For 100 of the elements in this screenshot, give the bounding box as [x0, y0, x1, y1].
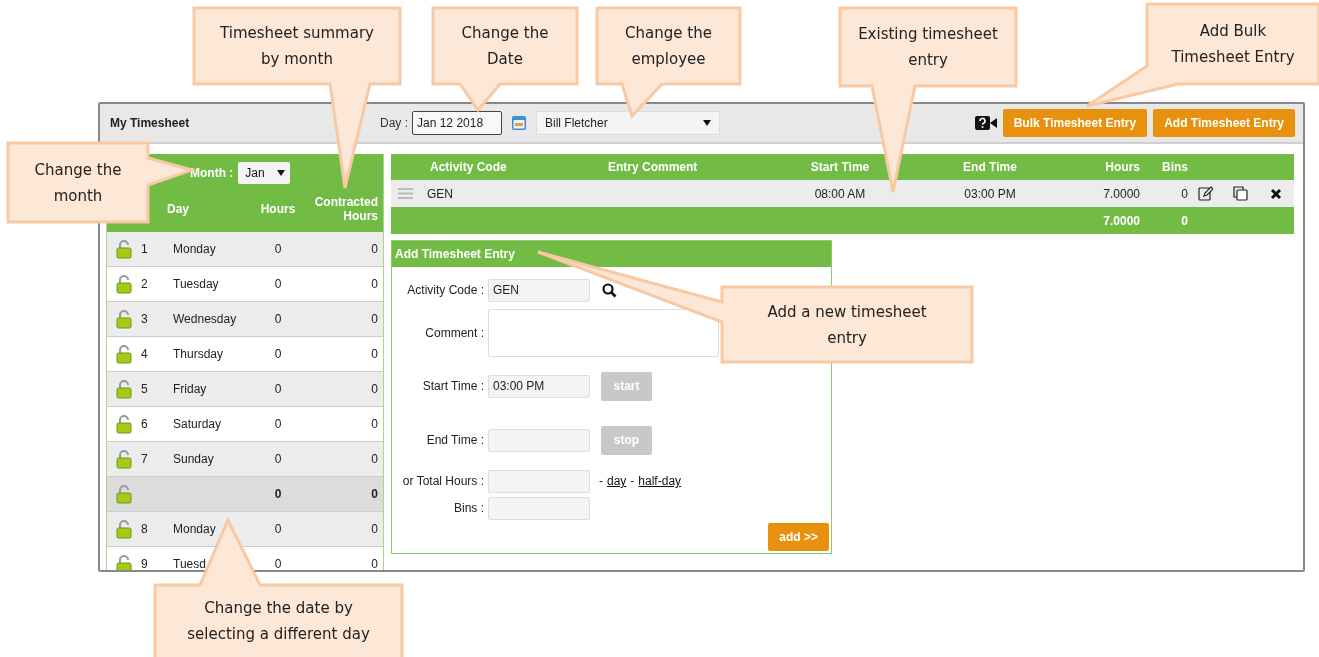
- field-label: Bins :: [453, 501, 484, 515]
- open-padlock-icon[interactable]: [116, 309, 132, 329]
- hours-cell-text: 0: [273, 522, 283, 536]
- open-padlock-icon[interactable]: [116, 554, 132, 570]
- hours-cell-text: 0: [273, 242, 283, 256]
- input-field[interactable]: [488, 496, 590, 520]
- table-cell-text: 08:00 AM: [813, 186, 867, 201]
- day-row[interactable]: 3 Wednesday 0 0: [107, 302, 383, 337]
- hours-cell-text: 0: [273, 417, 283, 431]
- input-field[interactable]: [488, 428, 590, 452]
- day-row[interactable]: 5 Friday 0 0: [107, 372, 383, 407]
- day-number: 4: [141, 347, 149, 361]
- open-padlock-icon[interactable]: [116, 239, 132, 259]
- open-padlock-icon[interactable]: [116, 274, 132, 294]
- contracted-hours-cell-text: 0: [370, 522, 379, 536]
- contracted-hours-cell-text: 0: [370, 417, 379, 431]
- day-number: 3: [141, 312, 149, 326]
- hours-cell-text: 0: [273, 277, 283, 291]
- form-title: Add Timesheet Entry: [392, 241, 831, 267]
- callout-text: Existing timesheet entry: [858, 24, 998, 71]
- column-header: Hours: [1104, 160, 1140, 174]
- day-name: Thursday: [172, 347, 225, 361]
- day-link[interactable]: day: [607, 474, 627, 488]
- contracted-hours-cell-text: 0: [370, 452, 379, 466]
- column-header: Activity Code: [429, 160, 508, 174]
- entry-row[interactable]: GEN 08:00 AM 03:00 PM 7.0000 0: [391, 180, 1294, 207]
- field-label: Start Time :: [421, 379, 484, 393]
- comment-field[interactable]: [488, 309, 719, 357]
- day-number: 8: [141, 522, 149, 536]
- day-name: Wednesday: [172, 312, 238, 326]
- open-padlock-icon[interactable]: [116, 344, 132, 364]
- edit-icon[interactable]: [1198, 186, 1213, 201]
- contracted-hours-cell-text: 0: [370, 487, 379, 501]
- day-number: 9: [141, 557, 149, 570]
- day-name: Monday: [172, 522, 217, 536]
- date-field[interactable]: Jan 12 2018: [412, 111, 502, 135]
- column-header: Start Time: [809, 160, 871, 174]
- total-bins: 0: [1180, 213, 1188, 228]
- total-hours: 7.0000: [1102, 213, 1140, 228]
- input-field[interactable]: GEN: [488, 278, 590, 302]
- separator: -: [599, 474, 603, 488]
- table-cell-text: GEN: [426, 186, 454, 201]
- day-row[interactable]: 0 0: [107, 477, 383, 512]
- hours-cell-text: 0: [273, 382, 283, 396]
- open-padlock-icon[interactable]: [116, 414, 132, 434]
- day-name: Tuesd: [172, 557, 207, 570]
- column-header: Contracted Hours: [313, 195, 379, 223]
- day-number: 1: [141, 242, 149, 256]
- callout-text: Change the employee: [624, 23, 713, 70]
- contracted-hours-cell-text: 0: [370, 312, 379, 326]
- input-field[interactable]: [488, 469, 590, 493]
- day-row[interactable]: 1 Monday 0 0: [107, 232, 383, 267]
- search-icon[interactable]: [602, 282, 617, 298]
- day-row[interactable]: 8 Monday 0 0: [107, 512, 383, 547]
- help-video-icon[interactable]: [974, 115, 997, 131]
- hours-cell-text: 0: [273, 487, 283, 501]
- month-select[interactable]: Jan: [238, 162, 291, 184]
- day-number: 7: [141, 452, 149, 466]
- field-label: Activity Code :: [406, 283, 484, 297]
- callout-text: Add Bulk Timesheet Entry: [1170, 21, 1296, 68]
- table-cell-text: 03:00 PM: [963, 186, 1017, 201]
- field-label: or Total Hours :: [401, 474, 484, 488]
- day-name: Sunday: [172, 452, 215, 466]
- day-number: 2: [141, 277, 149, 291]
- hours-cell-text: 0: [273, 557, 283, 570]
- field-label: Comment :: [424, 326, 484, 340]
- open-padlock-icon[interactable]: [116, 449, 132, 469]
- hours-cell-text: 0: [273, 452, 283, 466]
- delete-icon[interactable]: [1270, 187, 1282, 200]
- callout-text: Change the date by selecting a different day: [186, 598, 371, 645]
- open-padlock-icon[interactable]: [116, 379, 132, 399]
- drag-handle-icon[interactable]: [398, 188, 413, 199]
- separator: -: [630, 474, 635, 488]
- month-label: Month :: [190, 166, 234, 180]
- contracted-hours-cell-text: 0: [370, 242, 379, 256]
- callout-text: Timesheet summary by month: [219, 23, 375, 70]
- column-header: Bins: [1161, 160, 1188, 174]
- column-header: Entry Comment: [607, 160, 699, 174]
- contracted-hours-cell-text: 0: [370, 347, 379, 361]
- hours-cell-text: 0: [273, 312, 283, 326]
- copy-icon[interactable]: [1233, 186, 1248, 201]
- callout-text: Add a new timesheet entry: [766, 301, 928, 349]
- caret-icon[interactable]: [277, 170, 286, 176]
- day-number: 5: [141, 382, 149, 396]
- employee-select[interactable]: Bill Fletcher: [536, 111, 720, 135]
- page-title: My Timesheet: [110, 116, 191, 130]
- day-row[interactable]: 7 Sunday 0 0: [107, 442, 383, 477]
- day-number: 6: [141, 417, 149, 431]
- day-name: Monday: [172, 242, 217, 256]
- column-header: End Time: [962, 160, 1018, 174]
- day-label: Day :: [380, 116, 408, 130]
- open-padlock-icon[interactable]: [116, 484, 132, 504]
- callout-text: Change the Date: [460, 23, 550, 70]
- day-name: Friday: [172, 382, 208, 396]
- column-header: Hours: [259, 202, 297, 216]
- open-padlock-icon[interactable]: [116, 519, 132, 539]
- field-label: End Time :: [425, 433, 484, 447]
- calendar-icon[interactable]: [511, 115, 527, 131]
- column-header: Day: [167, 202, 190, 216]
- half-day-link[interactable]: half-day: [638, 474, 682, 488]
